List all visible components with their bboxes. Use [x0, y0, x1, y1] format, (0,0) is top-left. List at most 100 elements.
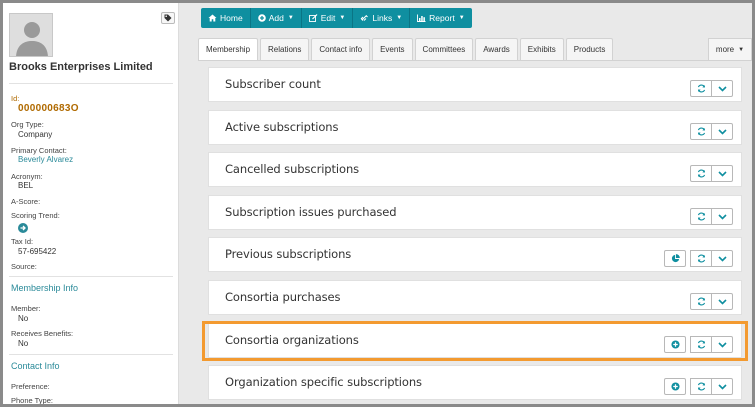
panel-title[interactable]: Organization specific subscriptions [225, 375, 422, 389]
edit-icon [308, 14, 318, 22]
tax-id-label: Tax Id: [11, 237, 34, 246]
add-button[interactable]: Add ▼ [251, 8, 302, 28]
acronym-value: BEL [18, 181, 34, 190]
id-label: Id: [11, 94, 20, 103]
home-button[interactable]: Home [201, 8, 251, 28]
panel-subscription-issues-purchased: Subscription issues purchased [208, 195, 742, 230]
chevron-down-icon [717, 213, 727, 220]
plus-circle-icon [257, 14, 266, 22]
tab-content-border [198, 60, 752, 61]
tab-events[interactable]: Events [372, 38, 413, 60]
refresh-icon [697, 382, 705, 391]
edit-button[interactable]: Edit ▼ [302, 8, 354, 28]
tab-contact-info[interactable]: Contact info [311, 38, 371, 60]
panel-actions [664, 378, 733, 395]
bar-chart-icon [417, 14, 426, 22]
chevron-down-icon [717, 85, 727, 92]
phone-type-label: Phone Type: [11, 396, 53, 404]
panel-title[interactable]: Consortia purchases [225, 290, 341, 304]
app-frame: Brooks Enterprises Limited Id: 000000683… [3, 3, 752, 404]
tab-membership[interactable]: Membership [198, 38, 259, 60]
links-label: Links [372, 13, 393, 23]
receives-benefits-label: Receives Benefits: [11, 329, 74, 338]
expand-button[interactable] [711, 123, 733, 140]
refresh-icon [697, 169, 705, 178]
more-label: more [715, 45, 735, 54]
org-name: Brooks Enterprises Limited [9, 61, 153, 73]
refresh-button[interactable] [690, 165, 712, 182]
chevron-down-icon [717, 170, 727, 177]
avatar [9, 13, 53, 57]
refresh-button[interactable] [690, 208, 712, 225]
tab-exhibits[interactable]: Exhibits [519, 38, 564, 60]
refresh-icon [697, 212, 705, 221]
add-label: Add [268, 13, 284, 23]
panel-subscriber-count: Subscriber count [208, 67, 742, 102]
record-tabs: Membership Relations Contact info Events… [198, 38, 615, 60]
expand-button[interactable] [711, 336, 733, 353]
panel-title[interactable]: Active subscriptions [225, 120, 338, 134]
primary-contact-link[interactable]: Beverly Alvarez [18, 155, 73, 164]
expand-button[interactable] [711, 378, 733, 395]
tab-products[interactable]: Products [565, 38, 614, 60]
tag-button[interactable] [161, 12, 175, 24]
add-button[interactable] [664, 378, 686, 395]
chevron-down-icon [717, 128, 727, 135]
panel-consortia-purchases: Consortia purchases [208, 280, 742, 315]
refresh-icon [697, 297, 705, 306]
divider [9, 83, 173, 84]
panel-active-subscriptions: Active subscriptions [208, 110, 742, 145]
panel-title[interactable]: Subscriber count [225, 77, 321, 91]
panel-actions [690, 293, 733, 310]
more-tabs-button[interactable]: more ▼ [708, 38, 752, 60]
chevron-down-icon [717, 341, 727, 348]
home-label: Home [220, 13, 243, 23]
tab-relations[interactable]: Relations [260, 38, 310, 60]
panel-title[interactable]: Cancelled subscriptions [225, 162, 359, 176]
plus-circle-icon [670, 382, 680, 391]
expand-button[interactable] [711, 208, 733, 225]
refresh-button[interactable] [690, 123, 712, 140]
org-type-label: Org Type: [11, 120, 44, 129]
refresh-icon [697, 340, 705, 349]
link-icon [360, 15, 369, 21]
report-label: Report [429, 13, 455, 23]
chart-button[interactable] [664, 250, 686, 267]
scoring-trend-label: Scoring Trend: [11, 211, 60, 220]
refresh-button[interactable] [690, 293, 712, 310]
refresh-button[interactable] [690, 80, 712, 97]
panel-previous-subscriptions: Previous subscriptions [208, 237, 742, 272]
panel-title[interactable]: Consortia organizations [225, 333, 359, 347]
org-type-value: Company [18, 130, 53, 139]
member-label: Member: [11, 304, 41, 313]
expand-button[interactable] [711, 293, 733, 310]
add-button[interactable] [664, 336, 686, 353]
panel-actions [664, 336, 733, 353]
home-icon [208, 14, 217, 22]
tax-id-value: 57-695422 [18, 247, 57, 256]
primary-contact-label: Primary Contact: [11, 146, 67, 155]
refresh-button[interactable] [690, 336, 712, 353]
contact-info-title: Contact Info [11, 361, 60, 371]
panel-title[interactable]: Previous subscriptions [225, 247, 351, 261]
panel-title[interactable]: Subscription issues purchased [225, 205, 397, 219]
tab-awards[interactable]: Awards [475, 38, 518, 60]
expand-button[interactable] [711, 80, 733, 97]
refresh-icon [697, 254, 705, 263]
report-button[interactable]: Report ▼ [410, 8, 471, 28]
membership-info-title: Membership Info [11, 283, 79, 293]
edit-label: Edit [320, 13, 336, 23]
tab-committees[interactable]: Committees [414, 38, 474, 60]
source-label: Source: [11, 262, 37, 271]
caret-down-icon: ▼ [738, 46, 745, 53]
chevron-down-icon [717, 383, 727, 390]
expand-button[interactable] [711, 250, 733, 267]
refresh-button[interactable] [690, 378, 712, 395]
chevron-down-icon [717, 298, 727, 305]
acronym-label: Acronym: [11, 172, 43, 181]
action-toolbar: Home Add ▼ Edit ▼ Links ▼ Report ▼ [201, 8, 472, 28]
caret-down-icon: ▼ [458, 15, 465, 21]
links-button[interactable]: Links ▼ [353, 8, 411, 28]
refresh-button[interactable] [690, 250, 712, 267]
expand-button[interactable] [711, 165, 733, 182]
